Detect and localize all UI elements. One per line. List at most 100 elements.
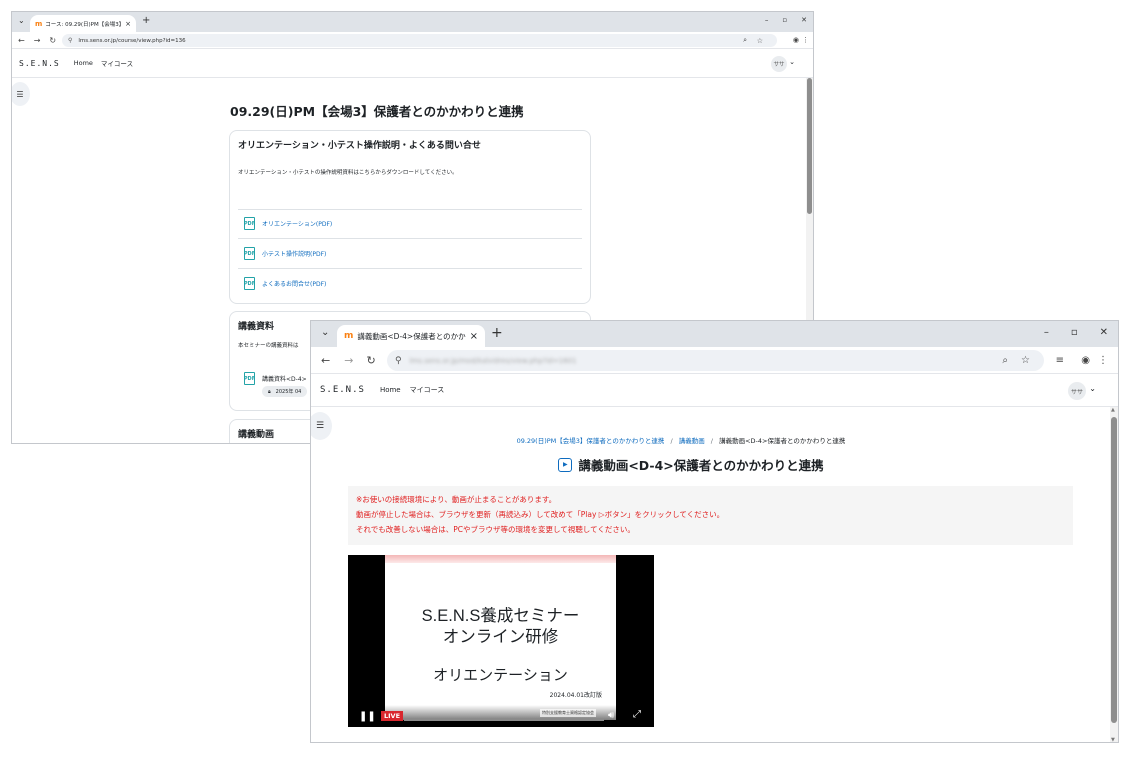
list-item[interactable]: PDF オリエンテーション(PDF): [244, 217, 332, 230]
omnibox[interactable]: ⚲ lms.sens.or.jp/mod/kalvidres/view.php?…: [387, 350, 1044, 371]
menu-kebab-icon[interactable]: ⋮: [802, 36, 809, 44]
slide-subtitle: オリエンテーション: [433, 667, 568, 684]
pdf-file-icon: PDF: [244, 372, 255, 385]
pdf-file-icon: PDF: [244, 247, 255, 260]
user-menu-caret-icon[interactable]: ⌄: [789, 58, 795, 66]
slide-date: 2024.04.01改訂版: [549, 692, 602, 699]
orientation-heading: オリエンテーション・小テスト操作説明・よくある問い合せ: [238, 141, 481, 151]
scrollbar-thumb[interactable]: [1111, 417, 1117, 723]
volume-icon[interactable]: 🔊︎: [608, 710, 614, 721]
pause-button[interactable]: ❚❚: [359, 711, 376, 722]
close-window-button[interactable]: ✕: [1100, 327, 1108, 338]
tab-search-icon[interactable]: ⌄: [321, 327, 329, 338]
window-controls: – ▫ ✕: [1044, 327, 1108, 338]
zoom-icon[interactable]: ⌕: [743, 36, 747, 45]
address-bar-row: ← → ↻ ⚲ lms.sens.or.jp/course/view.php?i…: [12, 32, 813, 49]
list-icon: ☰: [315, 421, 325, 431]
nav-home[interactable]: Home: [380, 386, 401, 394]
maximize-button[interactable]: ▫: [1071, 327, 1078, 338]
live-badge[interactable]: LIVE: [381, 711, 404, 721]
user-avatar[interactable]: ササ: [1068, 382, 1086, 400]
bookmark-star-icon[interactable]: ☆: [757, 37, 763, 45]
moodle-favicon-icon: m: [35, 19, 43, 28]
site-navbar: S.E.N.S Home マイコース ササ ⌄: [12, 49, 813, 78]
site-navbar: S.E.N.S Home マイコース ササ ⌄: [311, 374, 1118, 407]
page-scrollbar[interactable]: ▲ ▼: [1110, 407, 1118, 742]
faq-pdf-link[interactable]: よくあるお問合せ(PDF): [262, 279, 326, 288]
materials-heading: 講義資料: [238, 322, 275, 332]
course-index-toggle[interactable]: ☰: [12, 82, 30, 106]
site-info-icon[interactable]: ⚲: [395, 356, 402, 366]
orientation-section: オリエンテーション・小テスト操作説明・よくある問い合せ オリエンテーション・小テ…: [229, 130, 591, 304]
site-brand[interactable]: S.E.N.S: [19, 59, 60, 68]
url-text[interactable]: lms.sens.or.jp/mod/kalvidres/view.php?id…: [410, 357, 577, 365]
page-title: 講義動画<D-4>保護者とのかかわりと連携: [578, 458, 824, 473]
omnibox[interactable]: ⚲ lms.sens.or.jp/course/view.php?id=136 …: [62, 34, 777, 47]
nav-my-courses[interactable]: マイコース: [410, 385, 445, 395]
tab-bar: ⌄ m 講義動画<D-4>保護者とのかかわ × + – ▫ ✕: [311, 321, 1118, 347]
materials-description: 本セミナーの講義資料は: [238, 343, 299, 349]
scroll-down-icon[interactable]: ▼: [1111, 737, 1115, 742]
tab-search-icon[interactable]: ⌄: [18, 16, 25, 25]
tab-close-icon[interactable]: ×: [470, 331, 478, 342]
page-title: 09.29(日)PM【会場3】保護者とのかかわりと連携: [230, 104, 524, 119]
new-tab-button[interactable]: +: [142, 15, 150, 26]
notice-line-1: ※お使いの接続環境により、動画が止まることがあります。: [356, 495, 557, 504]
orientation-pdf-link[interactable]: オリエンテーション(PDF): [262, 219, 332, 228]
tab-bar: ⌄ m コース: 09.29(日)PM【会場3】保護 × + – ▫ ✕: [12, 12, 813, 32]
zoom-icon[interactable]: ⌕: [1002, 355, 1008, 366]
minimize-button[interactable]: –: [1044, 327, 1049, 338]
tab-title: 講義動画<D-4>保護者とのかかわ: [357, 331, 466, 341]
profile-icon[interactable]: ◉: [793, 36, 799, 44]
close-window-button[interactable]: ✕: [801, 16, 807, 24]
fullscreen-icon[interactable]: ⤢: [633, 709, 641, 720]
site-info-icon[interactable]: ⚲: [68, 37, 72, 44]
org-logo-mark: 特別支援教育士資格認定協会: [540, 709, 596, 717]
divider: [238, 238, 582, 239]
back-icon[interactable]: ←: [321, 354, 330, 367]
page-title-row: ▶ 講義動画<D-4>保護者とのかかわりと連携: [311, 455, 1071, 474]
new-tab-button[interactable]: +: [491, 325, 503, 341]
breadcrumb-section[interactable]: 講義動画: [679, 437, 705, 445]
connection-notice: ※お使いの接続環境により、動画が止まることがあります。 動画が停止した場合は、ブ…: [348, 486, 1073, 545]
reload-icon[interactable]: ↻: [49, 36, 56, 45]
video-player[interactable]: S.E.N.S養成セミナー オンライン研修 オリエンテーション 2024.04.…: [348, 555, 654, 727]
list-item[interactable]: PDF 講義資料<D-4>: [244, 372, 307, 385]
bookmark-star-icon[interactable]: ☆: [1021, 355, 1030, 366]
forward-icon[interactable]: →: [34, 36, 41, 45]
scroll-up-icon[interactable]: ▲: [1111, 407, 1115, 413]
minimize-button[interactable]: –: [765, 16, 769, 24]
video-control-bar: ❚❚ LIVE 特別支援教育士資格認定協会 🔊︎ ⤢: [348, 705, 654, 727]
tab-video[interactable]: m 講義動画<D-4>保護者とのかかわ ×: [337, 325, 485, 347]
video-slide: S.E.N.S養成セミナー オンライン研修 オリエンテーション 2024.04.…: [385, 555, 616, 720]
user-avatar[interactable]: ササ: [771, 56, 787, 72]
back-icon[interactable]: ←: [18, 36, 25, 45]
tab-course[interactable]: m コース: 09.29(日)PM【会場3】保護 ×: [30, 15, 136, 32]
quiz-guide-pdf-link[interactable]: 小テスト操作説明(PDF): [262, 249, 326, 258]
nav-home[interactable]: Home: [74, 59, 93, 67]
site-brand[interactable]: S.E.N.S: [320, 385, 365, 395]
tab-close-icon[interactable]: ×: [125, 20, 131, 28]
breadcrumb-course[interactable]: 09.29(日)PM【会場3】保護者とのかかわりと連携: [517, 437, 665, 445]
breadcrumb: 09.29(日)PM【会場3】保護者とのかかわりと連携 / 講義動画 / 講義動…: [311, 435, 1051, 445]
list-icon: ☰: [16, 89, 24, 99]
orientation-description: オリエンテーション・小テストの操作説明資料はこちらからダウンロードしてください。: [238, 170, 458, 176]
scrollbar-thumb[interactable]: [807, 78, 812, 214]
moodle-favicon-icon: m: [344, 331, 354, 341]
nav-my-courses[interactable]: マイコース: [101, 58, 133, 68]
user-menu-caret-icon[interactable]: ⌄: [1089, 384, 1096, 393]
maximize-button[interactable]: ▫: [782, 16, 787, 24]
seek-bar[interactable]: [404, 718, 604, 721]
url-text[interactable]: lms.sens.or.jp/course/view.php?id=136: [78, 38, 185, 44]
video-section-heading: 講義動画: [238, 430, 275, 440]
media-queue-icon[interactable]: ≡: [1056, 355, 1064, 366]
reload-icon[interactable]: ↻: [366, 354, 375, 367]
profile-icon[interactable]: ◉: [1081, 355, 1090, 366]
browser-window-video: ⌄ m 講義動画<D-4>保護者とのかかわ × + – ▫ ✕ ← → ↻ ⚲ …: [310, 320, 1119, 743]
materials-item-label[interactable]: 講義資料<D-4>: [262, 374, 307, 383]
menu-kebab-icon[interactable]: ⋮: [1098, 355, 1108, 366]
list-item[interactable]: PDF よくあるお問合せ(PDF): [244, 277, 326, 290]
slide-accent-bar: [385, 555, 616, 563]
list-item[interactable]: PDF 小テスト操作説明(PDF): [244, 247, 326, 260]
forward-icon[interactable]: →: [344, 354, 353, 367]
